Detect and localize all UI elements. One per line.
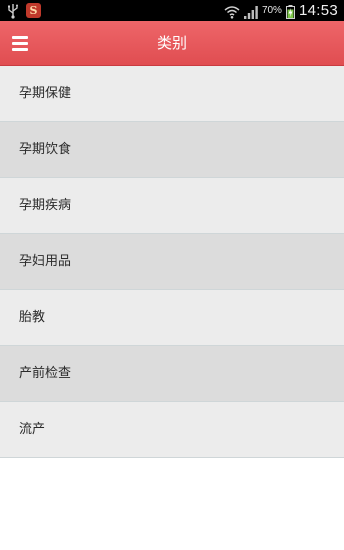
clock: 14:53 (298, 2, 338, 19)
signal-icon (243, 4, 258, 19)
list-item-miscarriage[interactable]: 流产 (0, 402, 344, 458)
page-title: 类别 (156, 34, 187, 52)
list-item-label: 孕期保健 (19, 86, 72, 101)
status-right: 70% 14:53 (224, 0, 338, 21)
list-item-label: 孕妇用品 (19, 254, 72, 269)
list-item-pregnancy-diet[interactable]: 孕期饮食 (0, 122, 344, 178)
battery-charging-icon (285, 4, 295, 19)
list-item-label: 孕期疾病 (19, 198, 72, 213)
app-notification-icon: S (26, 3, 41, 18)
usb-icon (6, 3, 20, 19)
category-list: 孕期保健 孕期饮食 孕期疾病 孕妇用品 胎教 产前检查 流产 (0, 66, 344, 458)
app-bar: 类别 (0, 21, 344, 66)
list-item-prenatal-checkup[interactable]: 产前检查 (0, 346, 344, 402)
status-bar: S 70% 14:53 (0, 0, 344, 21)
list-item-label: 产前检查 (19, 366, 72, 381)
list-item-pregnancy-care[interactable]: 孕期保健 (0, 66, 344, 122)
list-item-maternity-products[interactable]: 孕妇用品 (0, 234, 344, 290)
battery-percent: 70% (261, 5, 282, 16)
list-item-pregnancy-diseases[interactable]: 孕期疾病 (0, 178, 344, 234)
status-left: S (6, 2, 41, 19)
wifi-icon (224, 4, 240, 19)
list-item-label: 胎教 (19, 310, 46, 325)
list-item-label: 流产 (19, 422, 46, 437)
list-item-label: 孕期饮食 (19, 142, 72, 157)
screen: S 70% 14:53 类别 孕期保健 孕期饮食 孕期疾病 孕妇用品 胎教 产前… (0, 0, 344, 550)
list-item-prenatal-education[interactable]: 胎教 (0, 290, 344, 346)
